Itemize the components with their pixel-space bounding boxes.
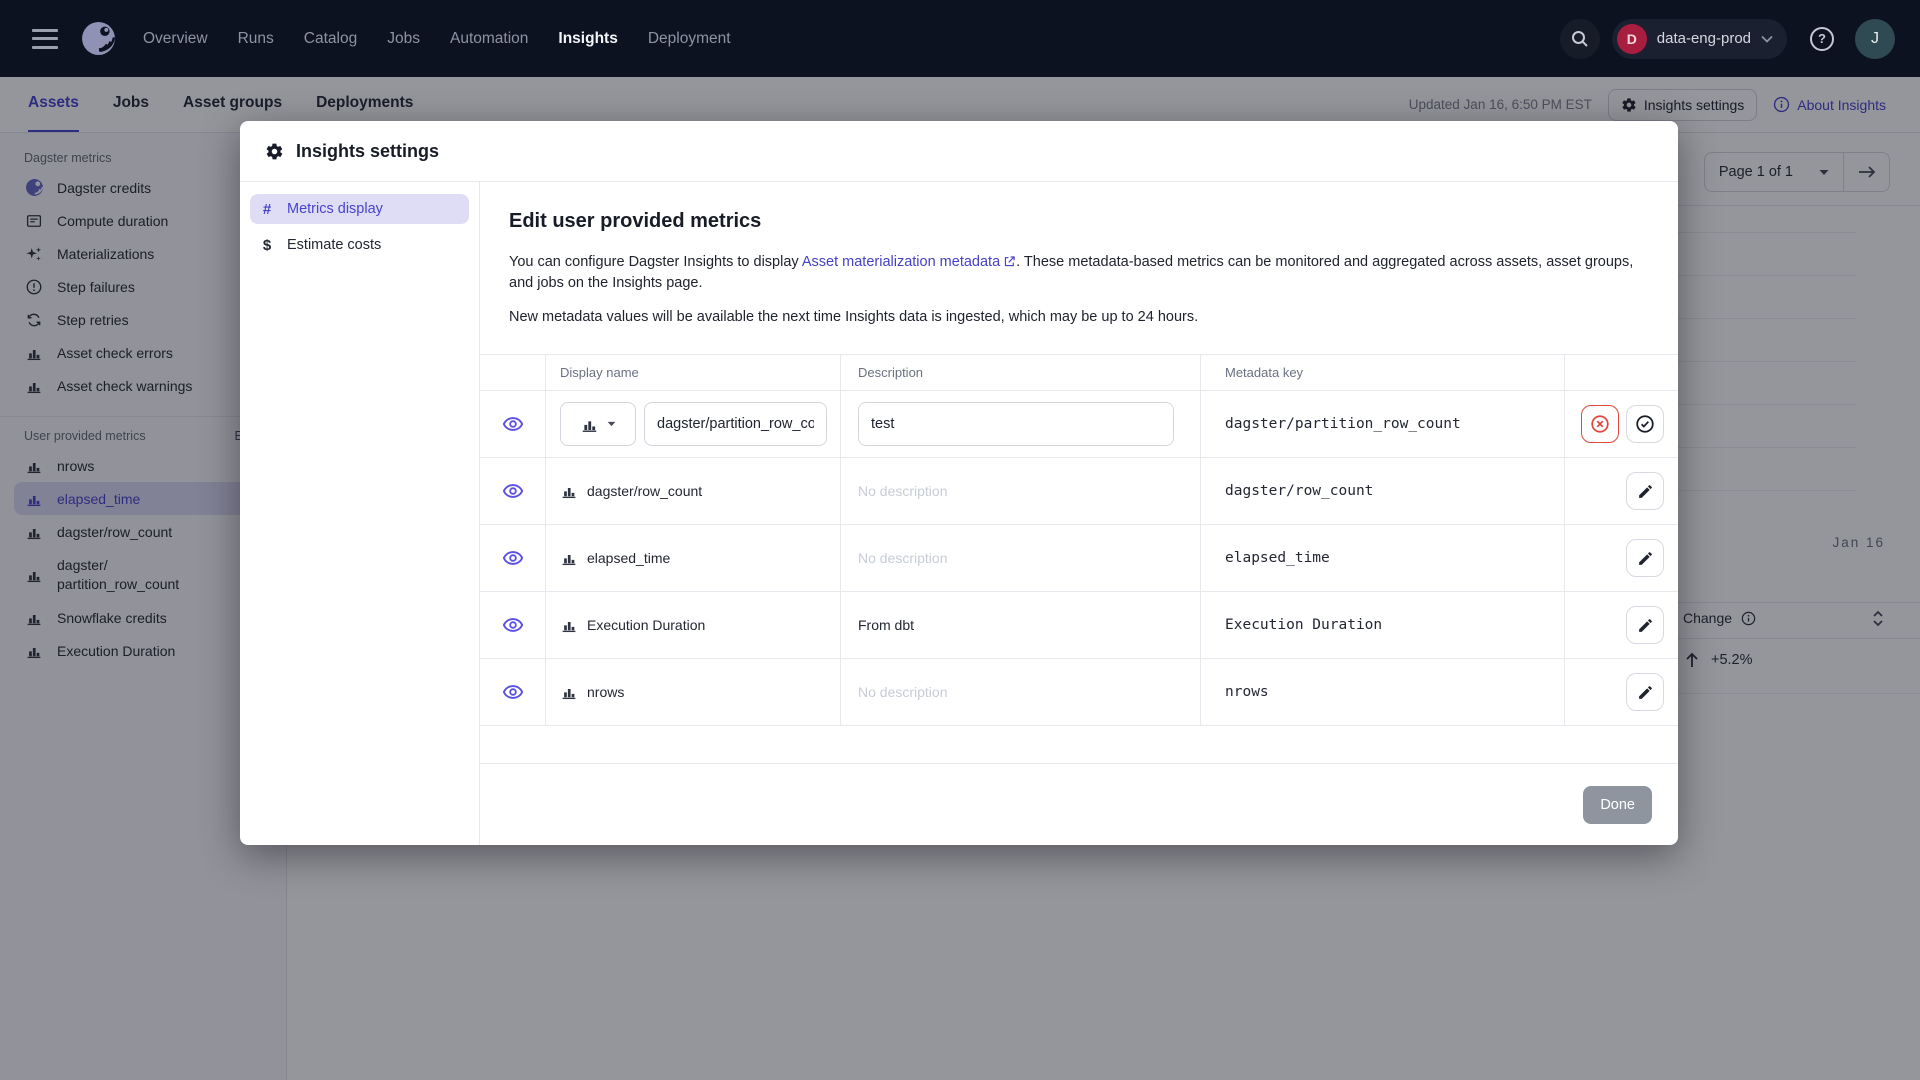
caret-down-icon xyxy=(607,421,616,427)
metric-description: From dbt xyxy=(841,592,1201,658)
metric-description: No description xyxy=(841,525,1201,591)
bar-chart-icon xyxy=(560,549,578,567)
bar-chart-icon xyxy=(560,482,578,500)
user-avatar[interactable]: J xyxy=(1855,18,1895,59)
edit-metric-button[interactable] xyxy=(1626,673,1664,711)
col-header-description: Description xyxy=(841,355,1201,390)
pencil-icon xyxy=(1637,550,1654,567)
workspace-name: data-eng-prod xyxy=(1656,30,1751,47)
metric-description: No description xyxy=(841,659,1201,725)
metric-row-editing: dagster/partition_row_count xyxy=(480,391,1678,458)
visibility-eye-icon[interactable] xyxy=(502,681,524,703)
check-circle-icon xyxy=(1634,413,1656,435)
description-input[interactable] xyxy=(858,402,1174,446)
metric-row: Execution Duration From dbt Execution Du… xyxy=(480,592,1678,659)
search-button[interactable] xyxy=(1559,18,1600,59)
metadata-key-value: nrows xyxy=(1201,659,1565,725)
visibility-eye-icon[interactable] xyxy=(502,413,524,435)
metric-display-name: Execution Duration xyxy=(587,617,706,633)
metrics-table: Display name Description Metadata key da… xyxy=(480,354,1678,726)
workspace-badge: D xyxy=(1616,23,1647,54)
dialog-title: Insights settings xyxy=(296,140,440,161)
nav-item-catalog[interactable]: Catalog xyxy=(304,30,357,48)
dialog-nav-estimate-costs[interactable]: $ Estimate costs xyxy=(250,230,469,260)
insights-settings-dialog: Insights settings # Metrics display $ Es… xyxy=(240,121,1678,845)
help-icon: ? xyxy=(1810,26,1834,51)
edit-metric-button[interactable] xyxy=(1626,539,1664,577)
dagster-logo-icon[interactable] xyxy=(80,20,117,57)
display-name-input[interactable] xyxy=(644,402,827,446)
gear-icon xyxy=(265,142,284,161)
help-button[interactable]: ? xyxy=(1803,20,1841,58)
pencil-icon xyxy=(1637,617,1654,634)
metric-display-name: dagster/row_count xyxy=(587,483,703,499)
edit-metric-button[interactable] xyxy=(1626,472,1664,510)
bar-chart-icon xyxy=(560,616,578,634)
done-button[interactable]: Done xyxy=(1583,785,1652,824)
hash-icon: # xyxy=(262,200,272,218)
metric-row: nrows No description nrows xyxy=(480,659,1678,726)
dialog-note-text: New metadata values will be available th… xyxy=(509,309,1199,325)
bar-chart-icon xyxy=(580,415,599,434)
nav-item-overview[interactable]: Overview xyxy=(143,30,208,48)
col-header-metadata-key: Metadata key xyxy=(1201,355,1565,390)
metric-description: No description xyxy=(841,458,1201,524)
pencil-icon xyxy=(1637,684,1654,701)
nav-item-deployment[interactable]: Deployment xyxy=(648,30,731,48)
x-circle-icon xyxy=(1589,413,1611,435)
nav-item-runs[interactable]: Runs xyxy=(238,30,274,48)
dialog-nav-metrics-display[interactable]: # Metrics display xyxy=(250,194,469,224)
search-icon xyxy=(1570,29,1590,49)
metadata-key-value: elapsed_time xyxy=(1201,525,1565,591)
dialog-header: Insights settings xyxy=(240,121,1678,182)
hamburger-menu-icon[interactable] xyxy=(32,28,58,49)
top-nav: Overview Runs Catalog Jobs Automation In… xyxy=(0,0,1920,77)
metric-display-name: nrows xyxy=(587,684,625,700)
metadata-key-value: Execution Duration xyxy=(1201,592,1565,658)
confirm-edit-button[interactable] xyxy=(1626,405,1664,443)
metric-row: elapsed_time No description elapsed_time xyxy=(480,525,1678,592)
dialog-nav: # Metrics display $ Estimate costs xyxy=(240,182,480,845)
cancel-edit-button[interactable] xyxy=(1581,405,1619,443)
visibility-eye-icon[interactable] xyxy=(502,547,524,569)
nav-item-insights[interactable]: Insights xyxy=(558,30,617,48)
metadata-key-value: dagster/partition_row_count xyxy=(1201,391,1565,457)
dollar-icon: $ xyxy=(262,236,272,254)
bar-chart-icon xyxy=(560,683,578,701)
chart-type-select[interactable] xyxy=(560,402,636,446)
dialog-footer: Done xyxy=(480,763,1678,845)
metrics-table-header: Display name Description Metadata key xyxy=(480,355,1678,391)
metadata-key-value: dagster/row_count xyxy=(1201,458,1565,524)
nav-item-jobs[interactable]: Jobs xyxy=(387,30,420,48)
pencil-icon xyxy=(1637,483,1654,500)
metric-row: dagster/row_count No description dagster… xyxy=(480,458,1678,525)
external-link-icon xyxy=(1003,255,1016,268)
chevron-down-icon xyxy=(1761,35,1773,43)
visibility-eye-icon[interactable] xyxy=(502,614,524,636)
asset-materialization-metadata-link[interactable]: Asset materialization metadata xyxy=(802,254,1016,270)
col-header-display-name: Display name xyxy=(546,355,841,390)
metric-display-name: elapsed_time xyxy=(587,550,671,566)
top-nav-right: D data-eng-prod ? J xyxy=(1559,18,1895,59)
edit-metric-button[interactable] xyxy=(1626,606,1664,644)
nav-item-automation[interactable]: Automation xyxy=(450,30,528,48)
dialog-intro-text: You can configure Dagster Insights to di… xyxy=(509,254,1634,291)
workspace-switcher[interactable]: D data-eng-prod xyxy=(1611,18,1787,59)
visibility-eye-icon[interactable] xyxy=(502,480,524,502)
top-nav-items: Overview Runs Catalog Jobs Automation In… xyxy=(143,30,731,48)
dialog-heading: Edit user provided metrics xyxy=(509,210,762,232)
